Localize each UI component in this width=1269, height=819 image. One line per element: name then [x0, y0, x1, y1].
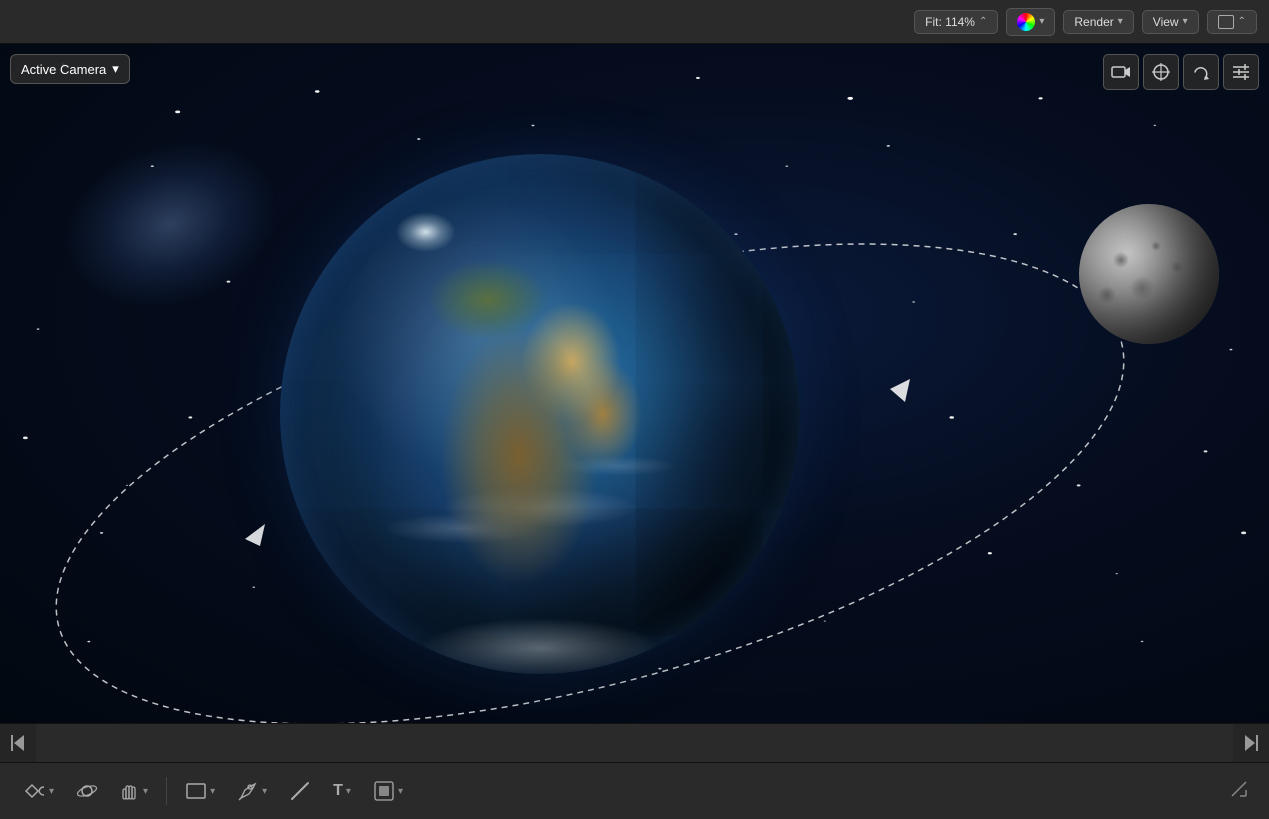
hand-chevron: ▾ — [143, 786, 148, 797]
hand-button[interactable]: ▾ — [112, 775, 156, 807]
keyframe-button[interactable]: ▾ — [16, 778, 62, 804]
camera-label: Active Camera — [21, 62, 106, 77]
fit-zoom-button[interactable]: Fit: 114% ⌃ — [914, 10, 998, 34]
timeline-track[interactable] — [36, 724, 1233, 762]
render-button[interactable]: Render ▾ — [1063, 10, 1133, 34]
camera-dropdown[interactable]: Active Camera ▾ — [10, 54, 130, 84]
text-tool-label: T — [333, 782, 343, 800]
pen-chevron: ▾ — [262, 786, 267, 797]
camera-view-button[interactable] — [1103, 54, 1139, 90]
render-chevron: ▾ — [1118, 16, 1123, 27]
fit-zoom-label: Fit: 114% — [925, 15, 975, 29]
color-chevron: ▾ — [1039, 16, 1044, 27]
rectangle-button[interactable]: ▾ — [177, 777, 223, 805]
moon-sphere — [1079, 204, 1219, 344]
rect-chevron: ▾ — [210, 786, 215, 797]
layout-icon — [1218, 15, 1234, 29]
text-chevron: ▾ — [346, 786, 351, 797]
view-button[interactable]: View ▾ — [1142, 10, 1199, 34]
render-label: Render — [1074, 15, 1113, 29]
viewport-controls — [1103, 54, 1259, 90]
timeline-end-button[interactable] — [1233, 724, 1269, 762]
color-swatch — [1017, 13, 1035, 31]
planet-button[interactable] — [68, 775, 106, 807]
orbit-control-button[interactable] — [1143, 54, 1179, 90]
bottom-toolbar: ▾ ▾ ▾ ▾ — [0, 763, 1269, 819]
rotate-button[interactable] — [1183, 54, 1219, 90]
shape-chevron: ▾ — [398, 786, 403, 797]
view-label: View — [1153, 15, 1179, 29]
timeline-start-button[interactable] — [0, 724, 36, 762]
line-button[interactable] — [281, 775, 319, 807]
shape-button[interactable]: ▾ — [365, 775, 411, 807]
top-toolbar: Fit: 114% ⌃ ▾ Render ▾ View ▾ ⌃ — [0, 0, 1269, 44]
view-chevron: ▾ — [1183, 16, 1188, 27]
viewport-canvas[interactable] — [0, 44, 1269, 723]
layout-chevron: ⌃ — [1238, 16, 1246, 27]
resize-icon[interactable] — [1225, 775, 1253, 808]
camera-chevron: ▾ — [112, 61, 119, 77]
earth-sphere — [280, 154, 800, 674]
fit-zoom-chevron: ⌃ — [979, 16, 987, 27]
text-button[interactable]: T ▾ — [325, 777, 359, 805]
viewport: Active Camera ▾ — [0, 44, 1269, 723]
timeline-strip — [0, 723, 1269, 763]
keyframe-chevron: ▾ — [49, 786, 54, 797]
layout-button[interactable]: ⌃ — [1207, 10, 1257, 34]
separator-1 — [166, 777, 167, 805]
display-options-button[interactable] — [1223, 54, 1259, 90]
pen-button[interactable]: ▾ — [229, 775, 275, 807]
color-profile-button[interactable]: ▾ — [1006, 8, 1055, 36]
